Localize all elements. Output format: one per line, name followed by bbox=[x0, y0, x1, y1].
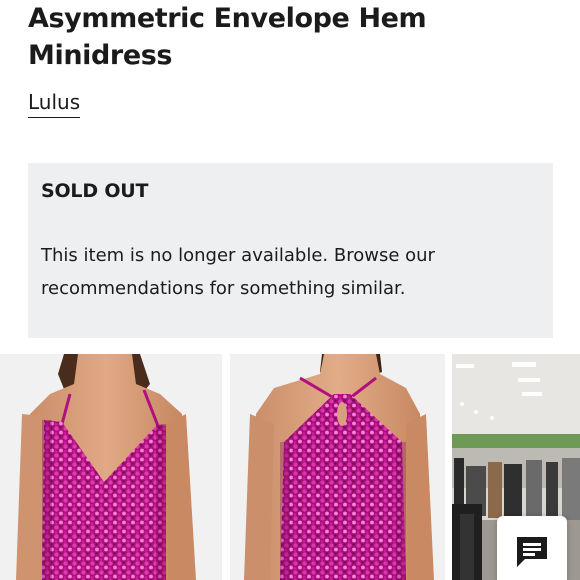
sold-out-panel: SOLD OUT This item is no longer availabl… bbox=[28, 163, 553, 338]
dress-front-photo bbox=[0, 354, 222, 580]
product-image-gallery bbox=[0, 354, 580, 580]
product-title: Asymmetric Envelope Hem Minidress bbox=[28, 3, 427, 71]
product-image-back[interactable] bbox=[230, 354, 445, 580]
sold-out-status: SOLD OUT bbox=[41, 180, 149, 202]
product-page: Asymmetric Envelope Hem Minidress Lulus … bbox=[0, 0, 580, 580]
product-image-front[interactable] bbox=[0, 354, 222, 580]
chat-icon bbox=[517, 537, 547, 567]
sold-out-message: This item is no longer available. Browse… bbox=[41, 245, 435, 299]
chat-button[interactable] bbox=[497, 516, 567, 580]
dress-back-photo bbox=[230, 354, 445, 580]
brand-link[interactable]: Lulus bbox=[28, 88, 81, 118]
